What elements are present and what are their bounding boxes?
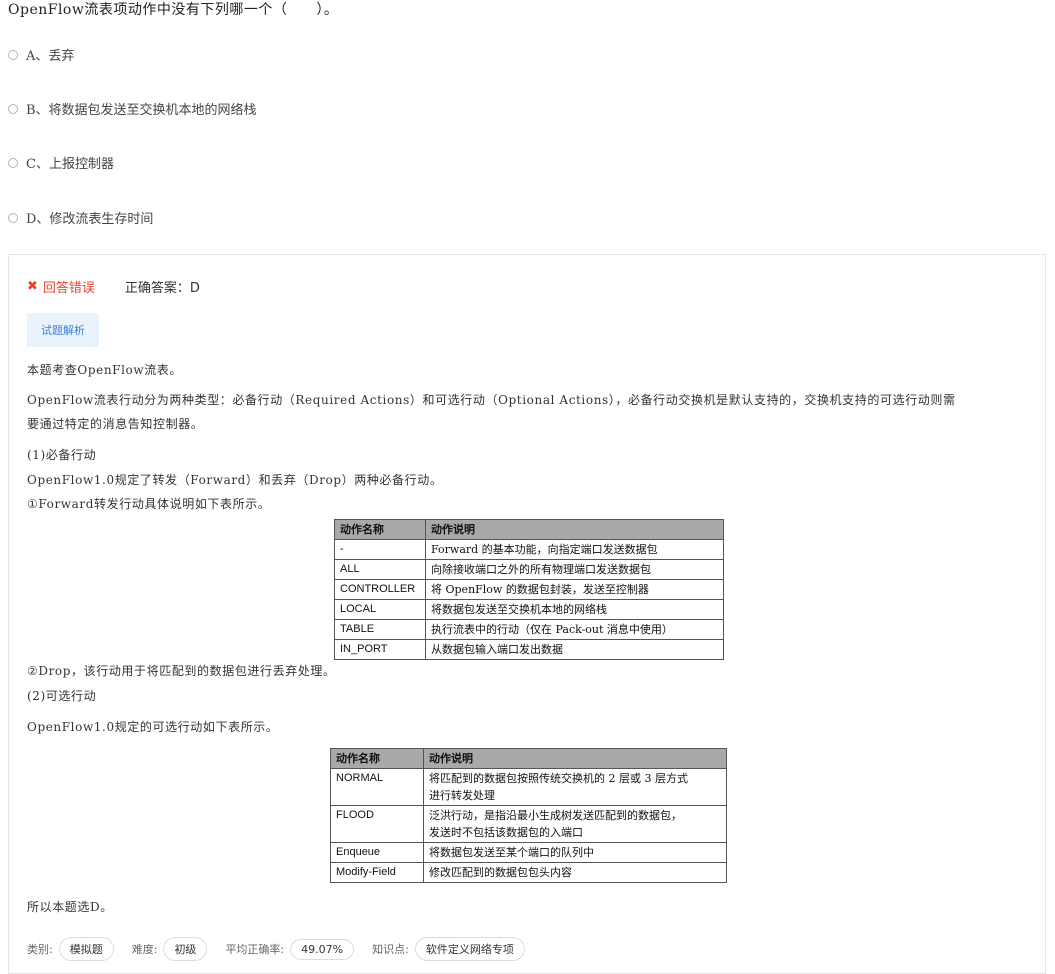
- action-name: Enqueue: [330, 842, 424, 863]
- table-row: Enqueue 将数据包发送至某个端口的队列中: [330, 842, 727, 863]
- action-desc: 将数据包发送至某个端口的队列中: [423, 842, 727, 863]
- radio-icon[interactable]: [8, 157, 18, 168]
- radio-icon[interactable]: [8, 103, 18, 114]
- optional-actions-table: 动作名称 动作说明 NORMAL 将匹配到的数据包按照传统交换机的 2 层或 3 …: [330, 748, 727, 883]
- option-b[interactable]: B、将数据包发送至交换机本地的网络栈: [8, 99, 257, 118]
- accuracy-badge: 49.07%: [290, 938, 355, 960]
- wrong-status: ✖ 回答错误: [27, 277, 95, 296]
- table-header: 动作说明: [425, 519, 724, 540]
- action-name: Modify-Field: [330, 862, 424, 883]
- table-row: Modify-Field 修改匹配到的数据包包头内容: [330, 862, 727, 883]
- table-row: NORMAL 将匹配到的数据包按照传统交换机的 2 层或 3 层方式 进行转发处理: [330, 768, 727, 806]
- answer-panel: ✖ 回答错误 正确答案：D 试题解析 本题考查OpenFlow流表。 OpenF…: [8, 254, 1046, 974]
- forward-actions-table: 动作名称 动作说明 - Forward 的基本功能，向指定端口发送数据包 ALL 向…: [334, 519, 724, 660]
- question-text: OpenFlow流表项动作中没有下列哪一个（ ）。: [8, 2, 339, 18]
- explanation-conclusion: 所以本题选D。: [27, 900, 113, 914]
- action-desc: 从数据包输入端口发出数据: [425, 639, 724, 660]
- action-desc: 将匹配到的数据包按照传统交换机的 2 层或 3 层方式 进行转发处理: [423, 768, 727, 806]
- action-name: IN_PORT: [334, 639, 426, 660]
- table-row: IN_PORT 从数据包输入端口发出数据: [334, 639, 724, 660]
- option-label: D、修改流表生存时间: [26, 212, 154, 227]
- action-desc-line: 将匹配到的数据包按照传统交换机的 2 层或 3 层方式: [429, 772, 688, 785]
- explanation-p6: ②Drop，该行动用于将匹配到的数据包进行丢弃处理。: [27, 664, 336, 678]
- action-desc-line: 发送时不包括该数据包的入端口: [429, 826, 583, 839]
- explanation-p4: OpenFlow1.0规定了转发（Forward）和丢弃（Drop）两种必备行动…: [27, 473, 443, 487]
- table-header: 动作名称: [334, 519, 426, 540]
- accuracy-label: 平均正确率:: [225, 943, 285, 956]
- table-header: 动作名称: [330, 748, 424, 769]
- meta-row: 类别: 模拟题 难度: 初级 平均正确率: 49.07% 知识点: 软件定义网络…: [27, 937, 543, 961]
- radio-icon[interactable]: [8, 212, 18, 223]
- explanation-p2a: OpenFlow流表行动分为两种类型：必备行动（Required Actions…: [27, 393, 956, 407]
- action-desc: Forward 的基本功能，向指定端口发送数据包: [425, 539, 724, 560]
- option-label: A、丢弃: [26, 49, 75, 64]
- correct-answer: 正确答案：D: [124, 281, 200, 296]
- wrong-status-label: 回答错误: [42, 281, 95, 296]
- category-badge[interactable]: 模拟题: [58, 937, 114, 961]
- explanation-p8: OpenFlow1.0规定的可选行动如下表所示。: [27, 720, 279, 734]
- result-row: ✖ 回答错误 正确答案：D: [27, 277, 200, 296]
- action-name: TABLE: [334, 619, 426, 640]
- action-desc-line: 进行转发处理: [429, 789, 495, 802]
- explanation-p2b: 要通过特定的消息告知控制器。: [27, 417, 204, 431]
- option-label: B、将数据包发送至交换机本地的网络栈: [26, 103, 257, 118]
- cross-icon: ✖: [27, 279, 38, 294]
- action-name: FLOOD: [330, 805, 424, 843]
- table-row: CONTROLLER 将 OpenFlow 的数据包封装，发送至控制器: [334, 579, 724, 600]
- table-row: FLOOD 泛洪行动，是指沿最小生成树发送匹配到的数据包， 发送时不包括该数据包的入…: [330, 805, 727, 843]
- explanation-intro: 本题考查OpenFlow流表。: [27, 363, 183, 377]
- action-desc: 泛洪行动，是指沿最小生成树发送匹配到的数据包， 发送时不包括该数据包的入端口: [423, 805, 727, 843]
- knowledge-badge[interactable]: 软件定义网络专项: [414, 937, 525, 961]
- option-c[interactable]: C、上报控制器: [8, 153, 114, 172]
- table-row: TABLE 执行流表中的行动（仅在 Pack-out 消息中使用）: [334, 619, 724, 640]
- knowledge-label: 知识点:: [372, 943, 409, 956]
- table-row: - Forward 的基本功能，向指定端口发送数据包: [334, 539, 724, 560]
- explanation-p3: (1)必备行动: [27, 448, 97, 462]
- explanation-p5: ①Forward转发行动具体说明如下表所示。: [27, 497, 271, 511]
- option-label: C、上报控制器: [26, 157, 114, 172]
- radio-icon[interactable]: [8, 49, 18, 60]
- action-desc: 向除接收端口之外的所有物理端口发送数据包: [425, 559, 724, 580]
- table-row: LOCAL 将数据包发送至交换机本地的网络栈: [334, 599, 724, 620]
- action-name: LOCAL: [334, 599, 426, 620]
- explanation-p7: (2)可选行动: [27, 689, 97, 703]
- action-name: ALL: [334, 559, 426, 580]
- option-a[interactable]: A、丢弃: [8, 45, 74, 64]
- action-desc: 将数据包发送至交换机本地的网络栈: [425, 599, 724, 620]
- analysis-tab[interactable]: 试题解析: [27, 313, 99, 347]
- action-name: CONTROLLER: [334, 579, 426, 600]
- category-label: 类别:: [27, 943, 53, 956]
- table-header: 动作说明: [423, 748, 727, 769]
- difficulty-badge: 初级: [163, 937, 208, 961]
- action-desc: 将 OpenFlow 的数据包封装，发送至控制器: [425, 579, 724, 600]
- difficulty-label: 难度:: [131, 943, 158, 956]
- table-row: ALL 向除接收端口之外的所有物理端口发送数据包: [334, 559, 724, 580]
- action-desc: 执行流表中的行动（仅在 Pack-out 消息中使用）: [425, 619, 724, 640]
- option-d[interactable]: D、修改流表生存时间: [8, 208, 153, 227]
- action-name: -: [334, 539, 426, 560]
- action-name: NORMAL: [330, 768, 424, 806]
- action-desc-line: 泛洪行动，是指沿最小生成树发送匹配到的数据包，: [429, 809, 682, 822]
- action-desc: 修改匹配到的数据包包头内容: [423, 862, 727, 883]
